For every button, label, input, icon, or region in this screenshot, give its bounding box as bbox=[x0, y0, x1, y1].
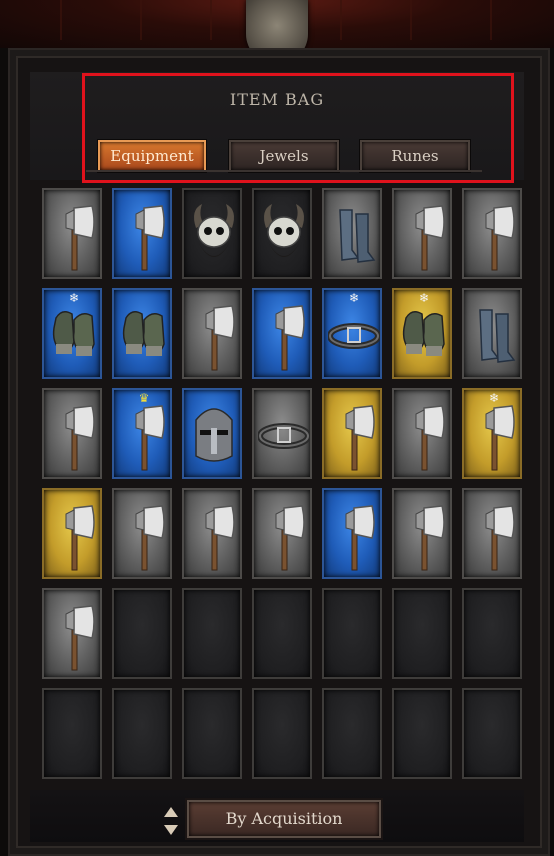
empty-slot bbox=[112, 588, 172, 679]
item-slot[interactable] bbox=[42, 488, 102, 579]
item-grid: ❄ ❄ ❄ ♛ ❄ bbox=[42, 188, 522, 779]
empty-slot bbox=[462, 588, 522, 679]
item-slot[interactable] bbox=[322, 388, 382, 479]
sort-arrows-icon[interactable] bbox=[162, 806, 180, 836]
item-slot[interactable]: ❄ bbox=[42, 288, 102, 379]
horned-helm-icon bbox=[194, 204, 234, 257]
axe-icon bbox=[485, 505, 515, 571]
axe-icon bbox=[205, 305, 235, 371]
item-slot[interactable] bbox=[42, 188, 102, 279]
item-slot[interactable]: ❄ bbox=[462, 388, 522, 479]
axe-icon bbox=[275, 305, 305, 371]
snowflake-icon: ❄ bbox=[348, 291, 360, 305]
item-slot[interactable] bbox=[252, 288, 312, 379]
item-slot[interactable] bbox=[322, 188, 382, 279]
axe-icon bbox=[205, 505, 235, 571]
axe-icon bbox=[345, 505, 375, 571]
item-slot[interactable] bbox=[182, 188, 242, 279]
gauntlets-icon bbox=[122, 311, 165, 356]
axe-icon bbox=[485, 205, 515, 271]
empty-slot bbox=[392, 688, 452, 779]
empty-slot bbox=[252, 688, 312, 779]
highlight-box bbox=[82, 73, 514, 183]
axe-icon bbox=[415, 205, 445, 271]
axe-icon bbox=[275, 505, 305, 571]
axe-icon bbox=[65, 205, 95, 271]
item-slot[interactable] bbox=[182, 488, 242, 579]
axe-icon bbox=[135, 505, 165, 571]
axe-icon bbox=[65, 605, 95, 671]
sort-button[interactable]: By Acquisition bbox=[187, 800, 381, 838]
item-slot[interactable] bbox=[462, 288, 522, 379]
item-slot[interactable]: ♛ bbox=[112, 388, 172, 479]
empty-slot bbox=[112, 688, 172, 779]
axe-icon bbox=[65, 405, 95, 471]
snowflake-icon: ❄ bbox=[488, 391, 500, 405]
item-slot[interactable] bbox=[462, 488, 522, 579]
item-slot[interactable] bbox=[182, 288, 242, 379]
axe-icon bbox=[415, 405, 445, 471]
empty-slot bbox=[322, 588, 382, 679]
axe-icon bbox=[135, 205, 165, 271]
snowflake-icon: ❄ bbox=[68, 291, 80, 305]
belt-icon bbox=[258, 423, 310, 449]
item-slot[interactable] bbox=[392, 388, 452, 479]
item-slot[interactable] bbox=[112, 188, 172, 279]
gauntlets-icon bbox=[402, 311, 445, 356]
item-slot[interactable] bbox=[392, 488, 452, 579]
item-slot[interactable] bbox=[112, 488, 172, 579]
axe-icon bbox=[485, 405, 515, 471]
item-slot[interactable]: ❄ bbox=[392, 288, 452, 379]
item-slot[interactable] bbox=[322, 488, 382, 579]
knight-helm-icon bbox=[195, 408, 233, 462]
axe-icon bbox=[135, 405, 165, 471]
gauntlets-icon bbox=[52, 311, 95, 356]
boots-icon bbox=[339, 209, 376, 263]
item-slot[interactable] bbox=[462, 188, 522, 279]
item-slot[interactable] bbox=[252, 488, 312, 579]
horned-helm-icon bbox=[264, 204, 304, 257]
item-slot[interactable] bbox=[392, 188, 452, 279]
item-slot[interactable] bbox=[252, 188, 312, 279]
axe-icon bbox=[345, 405, 375, 471]
item-slot[interactable] bbox=[42, 588, 102, 679]
empty-slot bbox=[42, 688, 102, 779]
empty-slot bbox=[252, 588, 312, 679]
item-slot[interactable] bbox=[42, 388, 102, 479]
empty-slot bbox=[462, 688, 522, 779]
empty-slot bbox=[322, 688, 382, 779]
belt-icon bbox=[328, 323, 380, 349]
empty-slot bbox=[392, 588, 452, 679]
snowflake-icon: ❄ bbox=[418, 291, 430, 305]
item-slot[interactable] bbox=[182, 388, 242, 479]
empty-slot bbox=[182, 688, 242, 779]
axe-icon bbox=[65, 505, 95, 571]
item-slot[interactable]: ❄ bbox=[322, 288, 382, 379]
item-slot[interactable] bbox=[112, 288, 172, 379]
crown-icon: ♛ bbox=[138, 391, 150, 405]
empty-slot bbox=[182, 588, 242, 679]
boots-icon bbox=[479, 309, 516, 363]
axe-icon bbox=[415, 505, 445, 571]
item-slot[interactable] bbox=[252, 388, 312, 479]
